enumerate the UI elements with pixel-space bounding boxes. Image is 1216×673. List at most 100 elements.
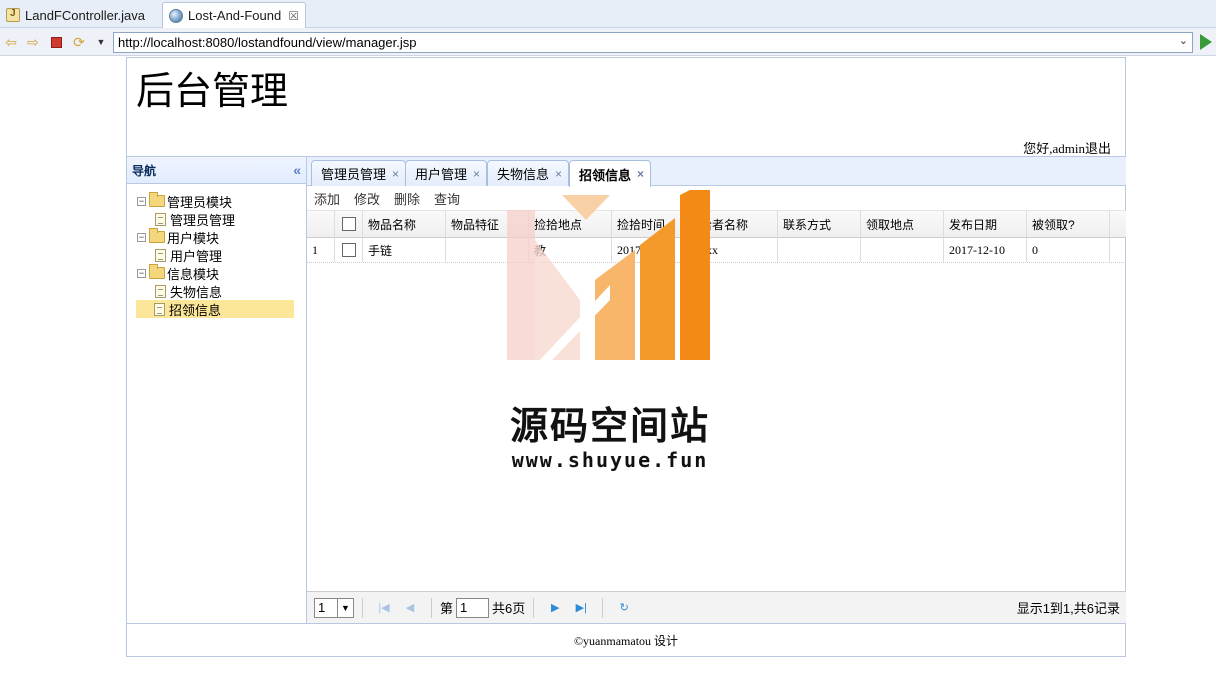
url-dropdown-icon[interactable]: ⌄ xyxy=(1179,34,1188,47)
tab-found-info[interactable]: 招领信息 × xyxy=(569,160,652,187)
close-icon[interactable]: ☒ xyxy=(288,9,299,23)
select-all-checkbox[interactable] xyxy=(341,217,356,231)
column-header[interactable]: 物品名称 xyxy=(363,211,446,237)
url-input[interactable]: http://localhost:8080/lostandfound/view/… xyxy=(113,32,1193,53)
row-checkbox-cell xyxy=(335,238,363,262)
row-number-header xyxy=(307,211,335,237)
column-header[interactable]: 捡拾时间 xyxy=(612,211,695,237)
nav-panel: 导航 « − 管理员模块 管理员管理 − 用户模块 用户管理 − 信息模块 失物… xyxy=(127,156,307,623)
select-all-checkbox-cell xyxy=(335,211,363,237)
tree-leaf-user-manage[interactable]: 用户管理 xyxy=(137,246,306,264)
page-size-select[interactable]: 1 ▼ xyxy=(314,597,354,618)
edit-button[interactable]: 修改 xyxy=(354,189,380,208)
record-info: 显示1到1,共6记录 xyxy=(1016,601,1120,616)
close-icon[interactable]: × xyxy=(473,167,480,181)
tab-lost-info[interactable]: 失物信息 × xyxy=(487,160,570,186)
close-icon[interactable]: × xyxy=(555,167,562,181)
add-button[interactable]: 添加 xyxy=(314,189,340,208)
file-icon xyxy=(155,248,166,262)
table-cell: 2017-12-10 xyxy=(944,238,1027,262)
logout-link[interactable]: 退出 xyxy=(1085,141,1111,156)
table-row[interactable]: 1 手链 教 2017-12 xxx 2017-12-10 0 xyxy=(307,238,1126,263)
page-number-value: 1 xyxy=(460,600,468,615)
nav-header: 导航 « xyxy=(127,157,306,184)
globe-icon xyxy=(169,8,183,23)
tree-node-user-module[interactable]: − 用户模块 xyxy=(137,228,306,246)
grid-header: 物品名称 物品特征 捡拾地点 捡拾时间 拾者名称 联系方式 领取地点 发布日期 … xyxy=(307,211,1126,238)
table-cell: 手链 xyxy=(363,238,446,262)
collapse-toggle-icon[interactable]: − xyxy=(137,268,146,278)
pagination-bar: 1 ▼ |◀ ◀ 第 1 共6页 ▶ ▶| ↻ 显示1到1,共6记录 xyxy=(307,591,1126,623)
java-file-icon xyxy=(6,8,20,22)
refresh-icon[interactable]: ⟳ xyxy=(70,33,88,51)
divider xyxy=(431,597,432,618)
browser-toolbar: ⇦ ⇨ ⟳ ▼ http://localhost:8080/lostandfou… xyxy=(0,28,1216,56)
ide-tab-browser[interactable]: Lost-And-Found ☒ xyxy=(162,2,306,28)
tab-label: 失物信息 xyxy=(497,167,550,182)
reload-icon[interactable]: ↻ xyxy=(617,601,631,615)
divider xyxy=(602,597,604,618)
tree-leaf-label: 管理员管理 xyxy=(170,212,236,228)
row-checkbox[interactable] xyxy=(341,243,356,257)
column-header[interactable]: 捡拾地点 xyxy=(529,211,612,237)
tree-node-info-module[interactable]: − 信息模块 xyxy=(137,264,306,282)
tree-leaf-admin-manage[interactable]: 管理员管理 xyxy=(137,210,306,228)
ide-tab-label: LandFController.java xyxy=(25,7,145,23)
tree-leaf-lost-info[interactable]: 失物信息 xyxy=(137,282,306,300)
go-icon[interactable] xyxy=(1200,34,1212,50)
page-number-input[interactable]: 1 xyxy=(456,597,490,618)
tab-user-manage[interactable]: 用户管理 × xyxy=(405,160,488,186)
folder-icon xyxy=(149,228,165,243)
tree-node-label: 信息模块 xyxy=(167,266,220,282)
next-page-icon[interactable]: ▶ xyxy=(548,601,562,615)
tab-strip: 管理员管理 × 用户管理 × 失物信息 × 招领信息 × xyxy=(307,157,1126,187)
chevron-down-icon[interactable]: ▼ xyxy=(92,33,110,51)
column-header[interactable]: 领取地点 xyxy=(861,211,944,237)
column-header[interactable]: 拾者名称 xyxy=(695,211,778,237)
folder-icon xyxy=(149,192,165,207)
divider xyxy=(533,597,535,618)
forward-arrow-icon[interactable]: ⇨ xyxy=(24,33,42,51)
table-cell: 教 xyxy=(529,238,612,262)
folder-icon xyxy=(149,264,165,279)
stop-icon[interactable] xyxy=(47,33,65,51)
column-header[interactable]: 发布日期 xyxy=(944,211,1027,237)
tab-label: 招领信息 xyxy=(579,167,632,183)
tree-node-label: 用户模块 xyxy=(167,230,220,246)
close-icon[interactable]: × xyxy=(392,167,399,181)
tab-admin-manage[interactable]: 管理员管理 × xyxy=(311,160,407,186)
delete-button[interactable]: 删除 xyxy=(394,189,420,208)
tree-node-label: 管理员模块 xyxy=(167,194,233,210)
last-page-icon[interactable]: ▶| xyxy=(574,601,588,615)
column-header[interactable]: 被领取? xyxy=(1027,211,1110,237)
tree-node-admin-module[interactable]: − 管理员模块 xyxy=(137,192,306,210)
close-icon[interactable]: × xyxy=(637,167,644,181)
table-cell: 0 xyxy=(1027,238,1110,262)
first-page-icon[interactable]: |◀ xyxy=(377,601,391,615)
ide-tab-controller[interactable]: LandFController.java xyxy=(0,2,158,28)
query-button[interactable]: 查询 xyxy=(434,189,460,208)
ide-tab-bar: LandFController.java Lost-And-Found ☒ xyxy=(0,0,1216,28)
greeting-text: 您好,admin xyxy=(1023,141,1085,156)
main-panel: 管理员管理 × 用户管理 × 失物信息 × 招领信息 × 添加 修改 删除 查询 物品名… xyxy=(307,156,1126,623)
page-footer: ©yuanmamatou 设计 xyxy=(127,623,1125,656)
collapse-toggle-icon[interactable]: − xyxy=(137,232,146,242)
nav-tree: − 管理员模块 管理员管理 − 用户模块 用户管理 − 信息模块 失物信息 招领… xyxy=(127,184,306,318)
grid-toolbar: 添加 修改 删除 查询 xyxy=(307,186,1126,211)
url-text: http://localhost:8080/lostandfound/view/… xyxy=(118,35,417,50)
chevron-down-icon[interactable]: ▼ xyxy=(337,598,353,617)
page-title: 后台管理 xyxy=(136,69,289,113)
column-header[interactable]: 联系方式 xyxy=(778,211,861,237)
collapse-icon[interactable]: « xyxy=(293,162,301,178)
page-size-value: 1 xyxy=(318,600,326,615)
back-arrow-icon[interactable]: ⇦ xyxy=(2,33,20,51)
table-cell: 2017-12 xyxy=(612,238,695,262)
manager-page: 后台管理 您好,admin退出 导航 « − 管理员模块 管理员管理 − 用户模… xyxy=(126,57,1126,657)
prev-page-icon[interactable]: ◀ xyxy=(403,601,417,615)
column-header[interactable]: 物品特征 xyxy=(446,211,529,237)
collapse-toggle-icon[interactable]: − xyxy=(137,196,146,206)
table-cell: xxx xyxy=(695,238,778,262)
row-number: 1 xyxy=(307,238,335,262)
table-cell xyxy=(778,238,861,262)
tree-leaf-found-info[interactable]: 招领信息 xyxy=(136,300,294,318)
